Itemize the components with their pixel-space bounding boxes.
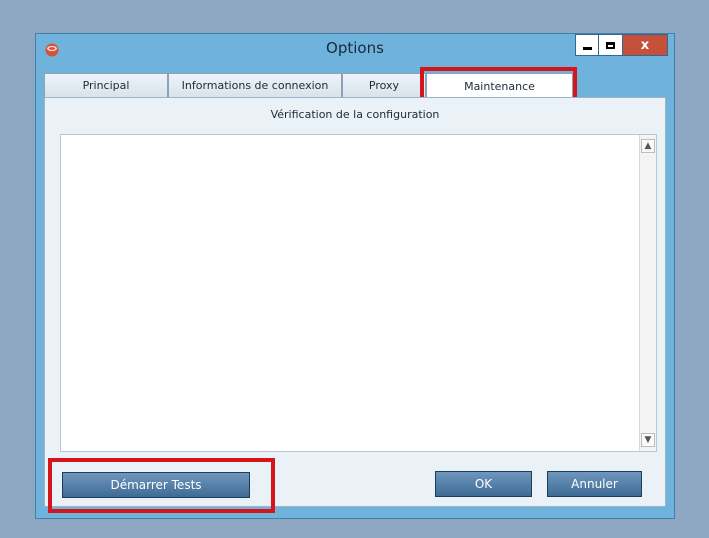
tab-proxy[interactable]: Proxy [342,73,426,97]
start-tests-button[interactable]: Démarrer Tests [62,472,250,498]
tab-principal[interactable]: Principal [44,73,168,97]
vertical-scrollbar[interactable]: ▲ ▼ [639,135,656,451]
minimize-icon [582,46,592,50]
configuration-log-area[interactable]: ▲ ▼ [60,134,657,452]
ok-button[interactable]: OK [435,471,532,497]
options-window: Options x Principal Informations de conn… [35,33,675,519]
cancel-button[interactable]: Annuler [547,471,642,497]
minimize-button[interactable] [575,34,599,56]
scroll-down-icon[interactable]: ▼ [641,433,655,447]
tab-maintenance[interactable]: Maintenance [426,73,573,99]
scroll-up-icon[interactable]: ▲ [641,139,655,153]
panel-heading: Vérification de la configuration [270,108,440,121]
close-button[interactable]: x [623,34,668,56]
tab-bar: Principal Informations de connexion Prox… [44,73,573,99]
maximize-button[interactable] [599,34,623,56]
maximize-icon [606,41,615,49]
close-icon: x [640,37,650,53]
tab-informations-de-connexion[interactable]: Informations de connexion [168,73,342,97]
title-bar[interactable]: Options x [36,34,674,66]
maintenance-panel: Vérification de la configuration ▲ ▼ [44,97,666,507]
